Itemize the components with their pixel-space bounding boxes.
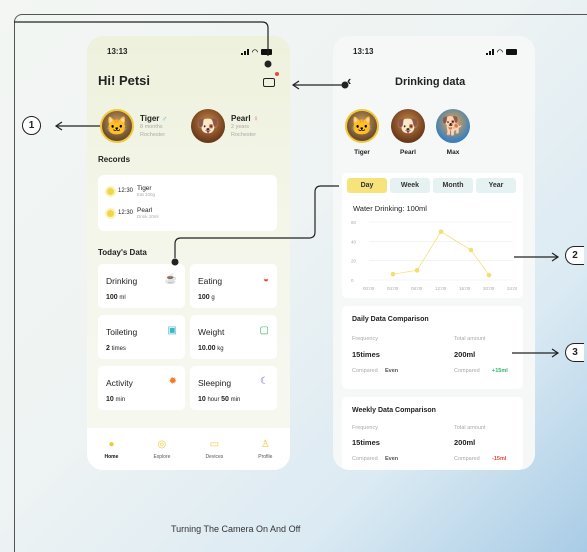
connector-dot (341, 81, 349, 89)
connector-dot (171, 258, 179, 266)
annotation-lines (14, 21, 560, 358)
drinking-connector-line (174, 185, 339, 258)
caption: Turning The Camera On And Off (171, 524, 301, 534)
camera-connector-line (14, 21, 269, 56)
annotation-marker-2: 2 (565, 246, 584, 265)
annotation-marker-1: 1 (22, 116, 41, 135)
connector-dot (264, 60, 272, 68)
annotation-marker-3: 3 (565, 343, 584, 362)
